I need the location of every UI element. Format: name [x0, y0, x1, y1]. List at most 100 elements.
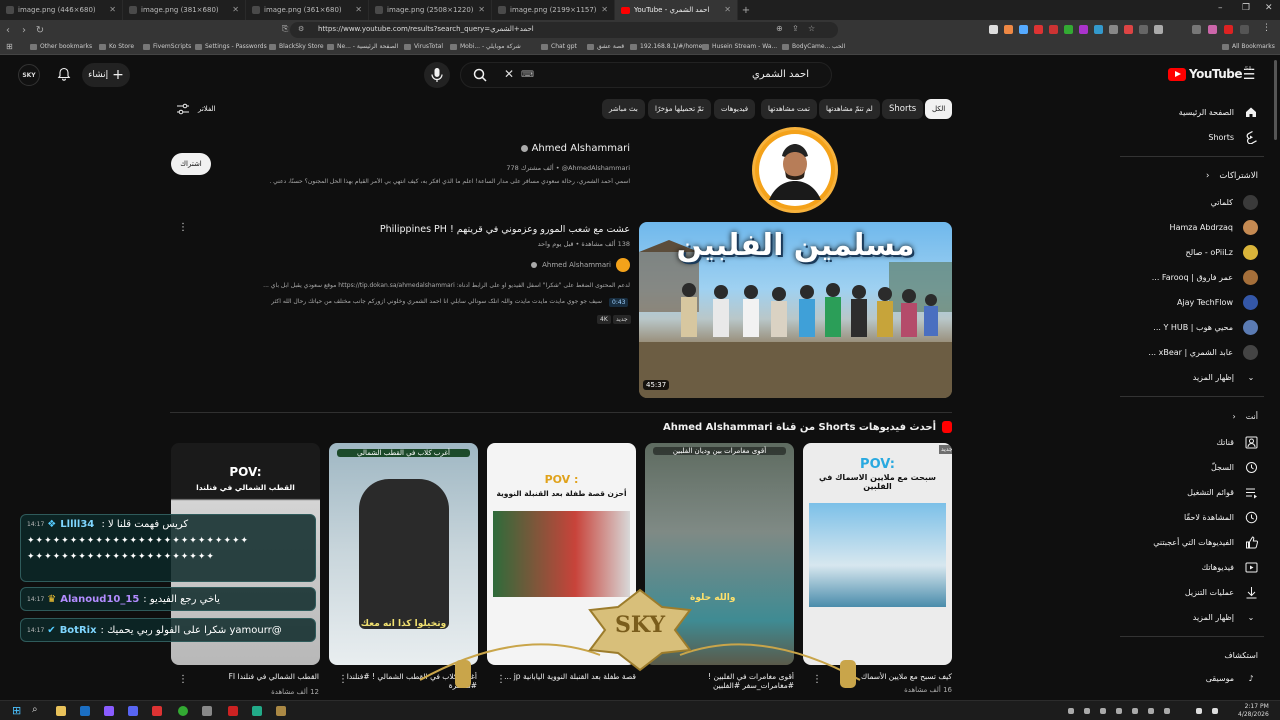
app-icon[interactable] — [228, 706, 238, 716]
more-options-icon[interactable]: ⋮ — [178, 674, 188, 685]
sidebar-item-subscription[interactable]: محيي هوب | Y HUB ... — [1142, 316, 1258, 338]
extension-icon[interactable] — [1004, 25, 1013, 34]
extension-icon[interactable] — [1094, 25, 1103, 34]
chip-all[interactable]: الكل — [925, 99, 953, 119]
tray-icon[interactable] — [1084, 708, 1090, 714]
back-icon[interactable]: ‹ — [0, 25, 16, 36]
extension-icon[interactable] — [1019, 25, 1028, 34]
clock[interactable]: 2:17 PM 4/28/2026 — [1238, 703, 1269, 719]
browser-tab[interactable]: image.png (361×680) ✕ — [246, 0, 369, 20]
browser-tab[interactable]: image.png (2199×1157) ✕ — [492, 0, 615, 20]
wifi-icon[interactable] — [1196, 708, 1202, 714]
chip-live[interactable]: بث مباشر — [602, 99, 645, 119]
browser-tab[interactable]: image.png (2508×1220) ✕ — [369, 0, 492, 20]
chrome-icon[interactable] — [178, 706, 188, 716]
maximize-icon[interactable]: ❐ — [1242, 3, 1250, 13]
sidebar-item-watch-later[interactable]: المشاهدة لاحقًا — [1142, 506, 1258, 528]
sidebar-item-subscription[interactable]: oPiiLz - صالح — [1142, 241, 1258, 263]
extension-icon[interactable] — [1240, 25, 1249, 34]
sidebar-panel-icon[interactable] — [1192, 25, 1201, 34]
more-options-icon[interactable]: ⋮ — [178, 222, 188, 233]
search-input[interactable]: احمد الشمري — [460, 62, 832, 88]
bookmark-folder[interactable]: FivemScripts — [143, 43, 191, 50]
extension-icon[interactable] — [1154, 25, 1163, 34]
extension-icon[interactable] — [1124, 25, 1133, 34]
chip-watched[interactable]: تمت مشاهدتها — [761, 99, 817, 119]
sidebar-item-subscription[interactable]: عمر فاروق | Farooq ... — [1142, 266, 1258, 288]
volume-icon[interactable] — [1212, 708, 1218, 714]
short-title[interactable]: القطب الشمالي في فنلندا FI — [190, 672, 319, 681]
bookmark-page-icon[interactable]: ⎘ — [282, 24, 288, 34]
browser-tab[interactable]: image.png (446×680) ✕ — [0, 0, 123, 20]
sidebar-show-more[interactable]: ⌄ إظهار المزيد — [1142, 366, 1258, 388]
extension-icon[interactable] — [1224, 25, 1233, 34]
tray-icon[interactable] — [1164, 708, 1170, 714]
close-tab-icon[interactable]: ✕ — [109, 5, 116, 14]
sidebar-item-your-videos[interactable]: فيديوهاتك — [1142, 556, 1258, 578]
close-tab-icon[interactable]: ✕ — [601, 5, 608, 14]
account-avatar[interactable]: SKY — [18, 64, 40, 86]
close-tab-icon[interactable]: ✕ — [232, 5, 239, 14]
bookmark-folder[interactable]: Other bookmarks — [30, 43, 92, 50]
bookmark-link[interactable]: Settings - Passwords — [195, 43, 267, 50]
sidebar-item-history[interactable]: السجلّ — [1142, 456, 1258, 478]
extension-icon[interactable] — [1139, 25, 1148, 34]
search-button[interactable] — [463, 64, 497, 86]
close-window-icon[interactable]: ✕ — [1265, 3, 1273, 13]
channel-title-row[interactable]: Ahmed Alshammari — [370, 143, 630, 154]
apps-grid-icon[interactable]: ⊞ — [6, 42, 13, 51]
keyboard-icon[interactable]: ⌨ — [521, 70, 534, 80]
chip-recently-uploaded[interactable]: تمّ تحميلها مؤخرًا — [648, 99, 711, 119]
discord-icon[interactable] — [128, 706, 138, 716]
sidebar-item-your-channel[interactable]: قناتك — [1142, 431, 1258, 453]
tray-icon[interactable] — [1148, 708, 1154, 714]
bookmark-link[interactable]: الحب — [832, 43, 845, 50]
app-icon[interactable] — [202, 706, 212, 716]
close-tab-icon[interactable]: ✕ — [724, 5, 731, 14]
share-icon[interactable]: ⇪ — [792, 24, 799, 33]
tray-icon[interactable] — [1132, 708, 1138, 714]
windows-start-icon[interactable]: ⊞ — [12, 704, 21, 717]
notifications-bell-icon[interactable] — [57, 67, 71, 81]
bookmark-link[interactable]: قصة عشق — [587, 43, 624, 50]
sidebar-item-playlists[interactable]: قوائم التشغيل — [1142, 481, 1258, 503]
video-thumbnail[interactable]: مسلمين الفلبين 45:37 — [639, 222, 952, 398]
channel-avatar-large[interactable] — [752, 127, 838, 213]
scrollbar-thumb[interactable] — [1274, 60, 1277, 140]
more-options-icon[interactable]: ⋮ — [338, 674, 348, 685]
extension-icon[interactable] — [1079, 25, 1088, 34]
sidebar-item-subscription[interactable]: Hamza Abdrzaq — [1142, 216, 1258, 238]
chapter-timestamp[interactable]: 0:43 — [609, 298, 629, 307]
video-channel-row[interactable]: Ahmed Alshammari — [470, 257, 630, 273]
tray-icon[interactable] — [1068, 708, 1074, 714]
sidebar-item-music[interactable]: ♪ موسيقى — [1142, 667, 1258, 689]
browser-tab-active[interactable]: YouTube - احمد الشمري ✕ — [615, 0, 738, 20]
minimize-icon[interactable]: – — [1218, 3, 1223, 13]
bookmark-link[interactable]: Husein Stream - Wa... — [702, 43, 777, 50]
app-icon[interactable] — [152, 706, 162, 716]
subscriptions-heading[interactable]: الاشتراكات ‹ — [1142, 165, 1258, 187]
clear-search-icon[interactable]: ✕ — [504, 67, 514, 81]
profile-icon[interactable] — [1208, 25, 1217, 34]
chip-unwatched[interactable]: لم تتمّ مشاهدتها — [819, 99, 880, 119]
bookmark-link[interactable]: BodyCame... — [782, 43, 830, 50]
search-icon[interactable]: ⌕ — [32, 704, 38, 715]
chip-shorts[interactable]: Shorts — [882, 99, 924, 119]
extension-icon[interactable] — [1049, 25, 1058, 34]
bookmark-link[interactable]: BlackSky Store — [269, 43, 324, 50]
star-icon[interactable]: ☆ — [808, 24, 815, 33]
filters-button[interactable]: الفلاتر — [176, 102, 216, 116]
reload-icon[interactable]: ↻ — [32, 25, 48, 36]
sidebar-item-subscription[interactable]: Ajay TechFlow — [1142, 291, 1258, 313]
subscribe-button[interactable]: اشتراك — [171, 153, 211, 175]
sidebar-item-downloads[interactable]: عمليات التنزيل — [1142, 581, 1258, 603]
create-button[interactable]: إنشاء + — [82, 63, 130, 87]
bookmark-link[interactable]: Mobi... - شركة موبايلي — [450, 43, 521, 50]
bookmark-link[interactable]: Ne... - الصفحة الرئيسية — [327, 43, 398, 50]
bookmark-link[interactable]: Chat gpt — [541, 43, 577, 50]
extension-icon[interactable] — [1034, 25, 1043, 34]
forward-icon[interactable]: › — [16, 25, 32, 36]
bookmark-folder[interactable]: Ko Store — [99, 43, 134, 50]
you-heading[interactable]: أنت ‹ — [1142, 405, 1258, 427]
sidebar-item-home[interactable]: الصفحة الرئيسية — [1142, 101, 1258, 123]
